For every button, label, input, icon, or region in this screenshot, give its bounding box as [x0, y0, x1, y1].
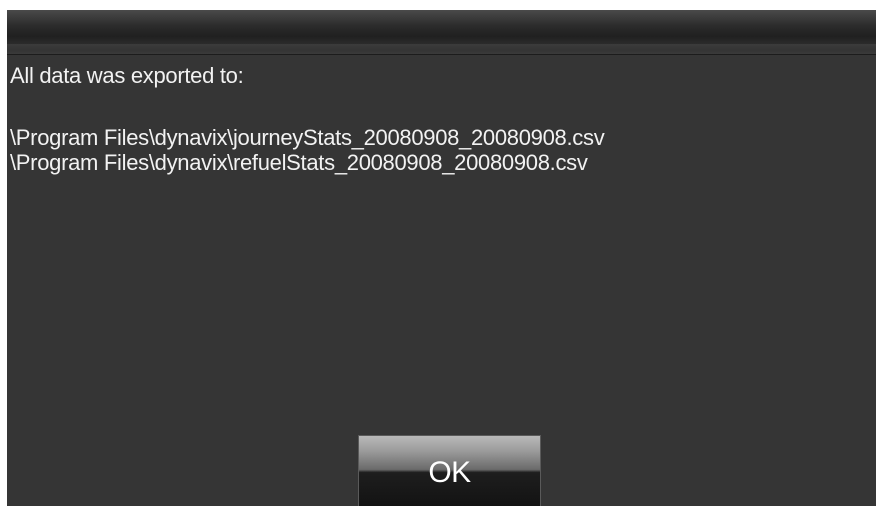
title-bar-highlight — [7, 44, 876, 50]
ok-button[interactable]: OK — [358, 435, 541, 506]
exported-file-path: \Program Files\dynavix\refuelStats_20080… — [10, 150, 588, 175]
export-dialog: All data was exported to: \Program Files… — [7, 10, 876, 506]
ok-button-label: OK — [428, 456, 471, 489]
export-message: All data was exported to: — [10, 63, 244, 88]
exported-file-list: \Program Files\dynavix\journeyStats_2008… — [10, 125, 605, 175]
dialog-title-bar — [7, 10, 876, 55]
exported-file-path: \Program Files\dynavix\journeyStats_2008… — [10, 125, 605, 150]
